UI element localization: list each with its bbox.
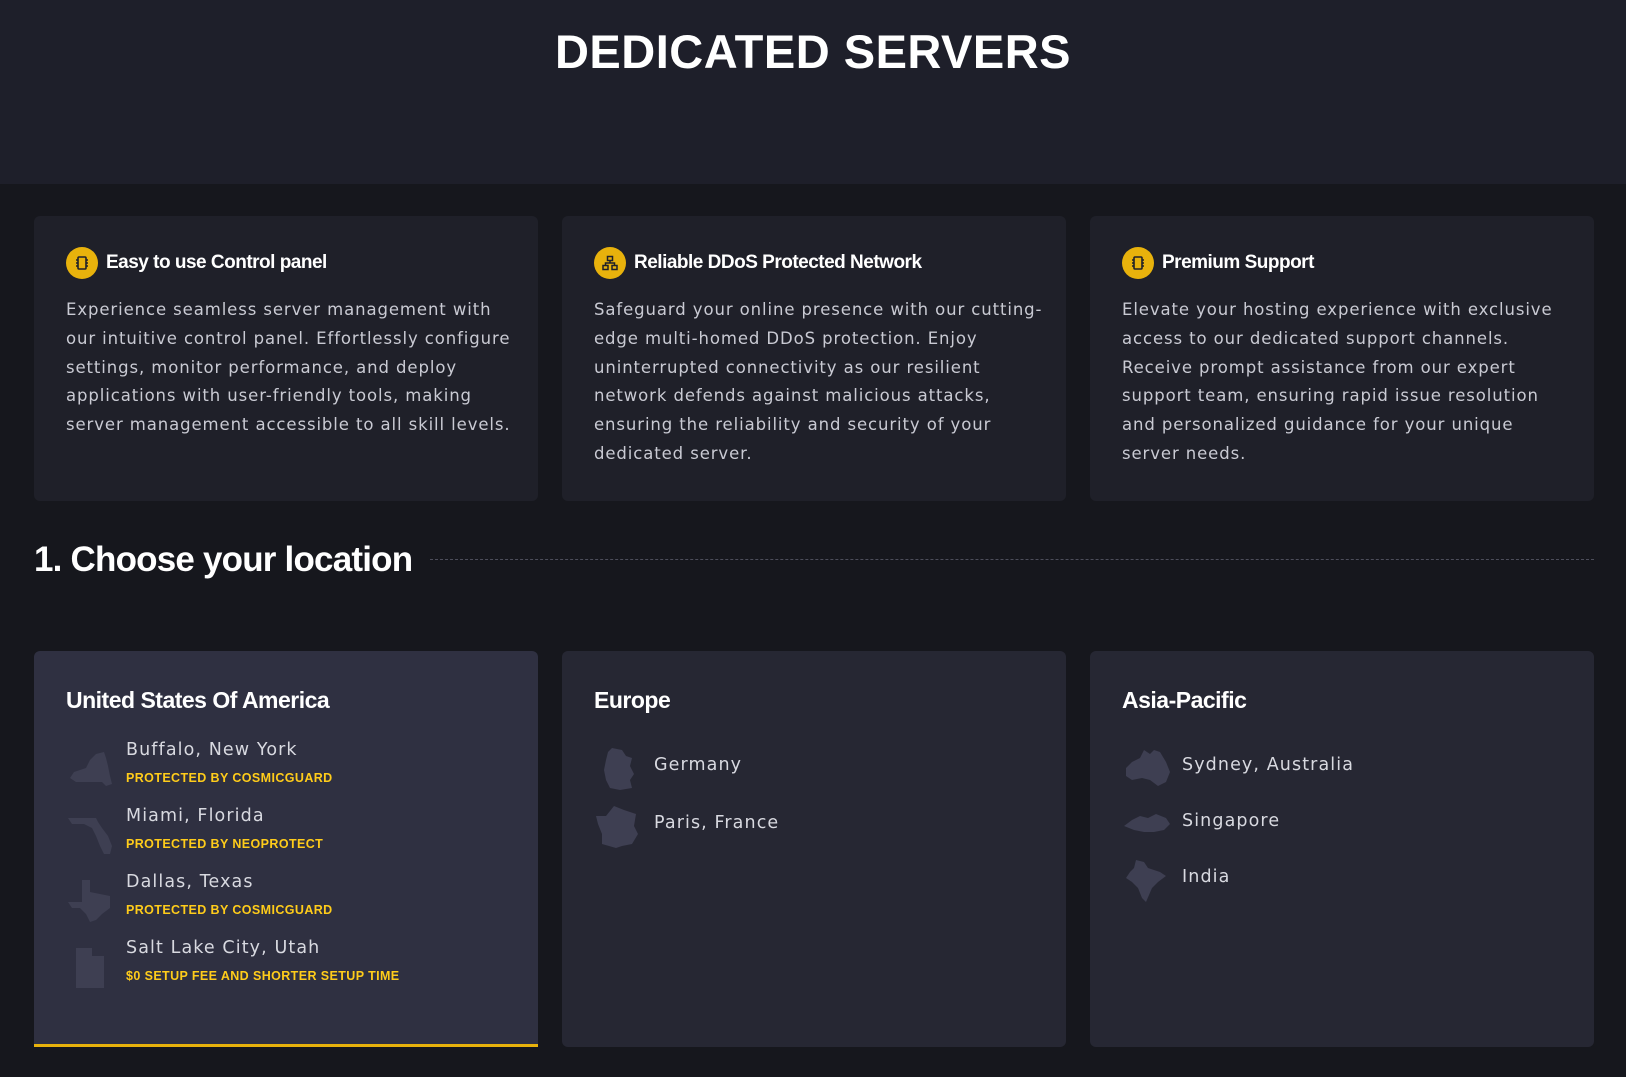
region-card-asia-pacific[interactable]: Asia-Pacific Sydney, Australia Singapore… [1090, 651, 1594, 1047]
feature-title: Reliable DDoS Protected Network [634, 252, 922, 273]
texas-state-icon [66, 878, 116, 928]
singapore-map-icon [1122, 802, 1172, 852]
location-paris[interactable]: Paris, France [594, 798, 1054, 858]
region-card-europe[interactable]: Europe Germany Paris, France [562, 651, 1066, 1047]
florida-state-icon [66, 812, 116, 862]
location-badge: $0 SETUP FEE AND SHORTER SETUP TIME [126, 969, 400, 983]
network-icon [594, 247, 626, 279]
section-divider [430, 559, 1594, 560]
france-map-icon [594, 804, 644, 854]
location-name: Sydney, Australia [1182, 755, 1355, 775]
location-name: Miami, Florida [126, 806, 265, 826]
location-dallas[interactable]: Dallas, Texas PROTECTED BY COSMICGUARD [66, 872, 526, 932]
australia-map-icon [1122, 746, 1172, 796]
location-singapore[interactable]: Singapore [1122, 796, 1582, 856]
location-badge: PROTECTED BY NEOPROTECT [126, 837, 324, 851]
germany-map-icon [594, 746, 644, 796]
location-name: Buffalo, New York [126, 740, 298, 760]
location-badge: PROTECTED BY COSMICGUARD [126, 771, 333, 785]
feature-description: Experience seamless server management wi… [66, 300, 511, 435]
location-buffalo[interactable]: Buffalo, New York PROTECTED BY COSMICGUA… [66, 740, 526, 800]
new-york-state-icon [66, 746, 116, 796]
feature-title: Premium Support [1162, 252, 1314, 273]
region-title: United States Of America [66, 687, 330, 713]
location-name: India [1182, 867, 1231, 887]
feature-card-premium-support: Premium Support Elevate your hosting exp… [1090, 216, 1594, 501]
feature-description: Elevate your hosting experience with exc… [1122, 300, 1553, 463]
section-heading: 1. Choose your location [34, 540, 413, 579]
utah-state-icon [66, 944, 116, 994]
feature-card-control-panel: Easy to use Control panel Experience sea… [34, 216, 538, 501]
location-sydney[interactable]: Sydney, Australia [1122, 740, 1582, 800]
location-miami[interactable]: Miami, Florida PROTECTED BY NEOPROTECT [66, 806, 526, 866]
hero-banner: DEDICATED SERVERS [0, 0, 1626, 184]
region-card-usa[interactable]: United States Of America Buffalo, New Yo… [34, 651, 538, 1047]
location-india[interactable]: India [1122, 852, 1582, 912]
location-name: Dallas, Texas [126, 872, 254, 892]
feature-title: Easy to use Control panel [106, 252, 327, 273]
region-title: Europe [594, 687, 671, 713]
location-badge: PROTECTED BY COSMICGUARD [126, 903, 333, 917]
india-map-icon [1122, 858, 1172, 908]
page-title: DEDICATED SERVERS [554, 25, 1072, 78]
location-germany[interactable]: Germany [594, 740, 1054, 800]
feature-description: Safeguard your online presence with our … [594, 300, 1043, 463]
chip-icon [1122, 247, 1154, 279]
location-name: Singapore [1182, 811, 1281, 831]
feature-card-ddos-network: Reliable DDoS Protected Network Safeguar… [562, 216, 1066, 501]
location-name: Germany [654, 755, 743, 775]
location-salt-lake-city[interactable]: Salt Lake City, Utah $0 SETUP FEE AND SH… [66, 938, 526, 998]
chip-icon [66, 247, 98, 279]
location-name: Salt Lake City, Utah [126, 938, 321, 958]
region-title: Asia-Pacific [1122, 687, 1247, 713]
location-name: Paris, France [654, 813, 780, 833]
